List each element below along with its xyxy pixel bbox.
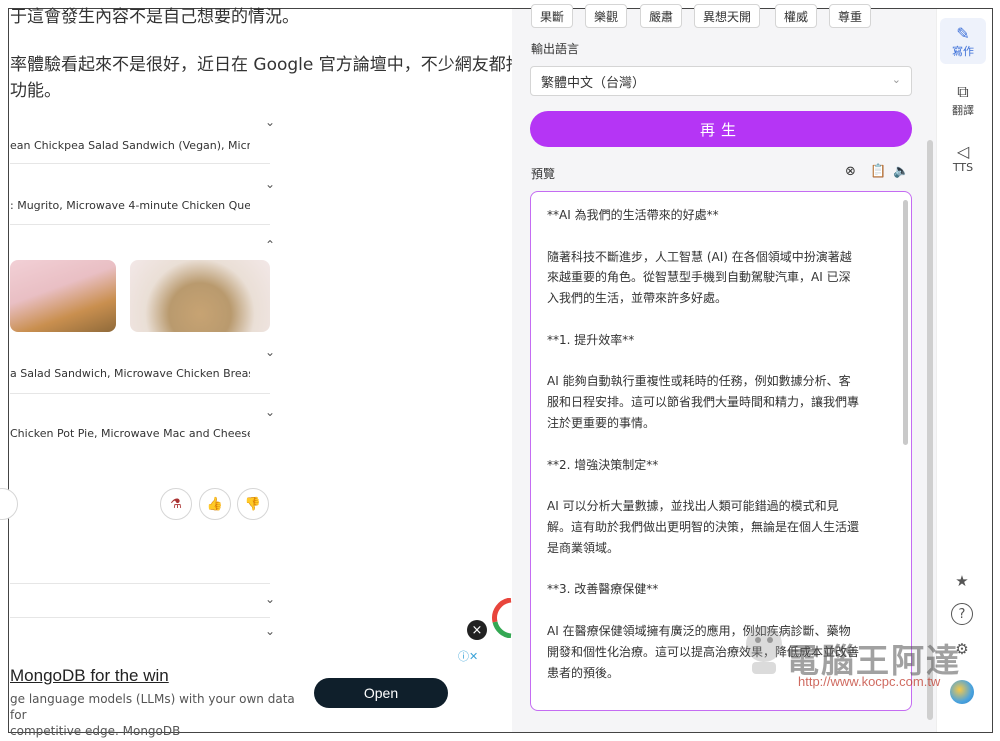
preview-line: 隨著科技不斷進步，人工智慧 (AI) 在各個領域中扮演著越 bbox=[547, 249, 852, 264]
food-thumbnail[interactable] bbox=[130, 260, 270, 332]
watermark: 電腦王阿達 http://www.kocpc.com.tw bbox=[738, 612, 983, 697]
thumbs-up-icon[interactable]: 👍 bbox=[199, 488, 231, 520]
chevron-down-icon: ⌄ bbox=[265, 624, 276, 638]
preview-line: **3. 改善醫療保健** bbox=[547, 582, 659, 597]
ad-title[interactable]: MongoDB for the win bbox=[10, 666, 169, 686]
accordion-item[interactable]: ⌄ bbox=[10, 592, 275, 612]
output-language-value: 繁體中文（台灣） bbox=[541, 75, 646, 91]
accordion-item-text: ean Chickpea Salad Sandwich (Vegan), Mic… bbox=[10, 139, 250, 152]
food-thumbnail[interactable] bbox=[10, 260, 116, 332]
preview-line: 注於更重要的事情。 bbox=[547, 416, 656, 430]
article-text-line: 功能。 bbox=[10, 81, 61, 101]
tone-chip[interactable]: 樂觀 bbox=[585, 4, 628, 28]
accordion-item[interactable]: ⌄ Chicken Pot Pie, Microwave Mac and Che… bbox=[10, 403, 275, 453]
accordion-item[interactable]: ⌄ : Mugrito, Microwave 4-minute Chicken … bbox=[10, 175, 275, 225]
chevron-down-icon: ⌄ bbox=[265, 177, 276, 191]
chevron-down-icon: ⌄ bbox=[265, 115, 276, 129]
clipboard-icon[interactable]: 📋 bbox=[870, 164, 886, 179]
speaker-icon[interactable]: 🔈 bbox=[893, 164, 909, 179]
chevron-down-icon: ⌄ bbox=[265, 345, 276, 359]
chevron-down-icon: ⌄ bbox=[265, 592, 276, 606]
accordion-item-expanded[interactable]: ⌃ bbox=[10, 238, 275, 258]
ad-open-button[interactable]: Open bbox=[314, 678, 448, 708]
ad-description: ge language models (LLMs) with your own … bbox=[10, 691, 300, 739]
ad-choices-icon[interactable]: ⓘ✕ bbox=[458, 648, 478, 664]
ad-close-icon[interactable]: × bbox=[467, 620, 487, 640]
translate-icon: ⧉ bbox=[957, 82, 969, 101]
sidebar-item-label: 翻譯 bbox=[952, 104, 974, 117]
ad-description-line: ge language models (LLMs) with your own … bbox=[10, 692, 295, 722]
accordion-item-text: a Salad Sandwich, Microwave Chicken Brea… bbox=[10, 367, 250, 380]
thumbs-down-icon[interactable]: 👎 bbox=[237, 488, 269, 520]
preview-line: AI 可以分析大量數據，並找出人類可能錯過的模式和見 bbox=[547, 499, 839, 514]
speaker-icon: ◁ bbox=[956, 142, 970, 161]
accordion-item[interactable]: ⌄ bbox=[10, 624, 275, 644]
watermark-url: http://www.kocpc.com.tw bbox=[798, 674, 941, 689]
chevron-down-icon: ⌄ bbox=[265, 405, 276, 419]
tone-chip[interactable]: 果斷 bbox=[531, 4, 574, 28]
sidebar-item-translate[interactable]: ⧉ 翻譯 bbox=[940, 82, 986, 118]
partial-button[interactable] bbox=[0, 488, 18, 520]
chevron-up-icon: ⌃ bbox=[265, 238, 276, 252]
watermark-mascot-icon bbox=[746, 626, 782, 674]
screenshot-root: { "article": { "line1": "于這會發生內容不是自己想要的情… bbox=[0, 0, 1000, 741]
preview-line: **AI 為我們的生活帶來的好處** bbox=[547, 208, 719, 222]
accordion-item[interactable]: ⌄ a Salad Sandwich, Microwave Chicken Br… bbox=[10, 343, 275, 393]
preview-line: 入我們的生活，並帶來許多好處。 bbox=[547, 291, 728, 306]
clear-icon[interactable]: ⊗ bbox=[845, 164, 856, 179]
partial-logo-icon bbox=[492, 598, 512, 638]
sidebar-item-label: TTS bbox=[952, 161, 974, 174]
sidebar-item-label: 寫作 bbox=[952, 45, 974, 58]
sidebar-item-tts[interactable]: ◁ TTS bbox=[940, 142, 986, 174]
preview-line: 解。這有助於我們做出更明智的決策，無論是在個人生活還 bbox=[547, 520, 860, 534]
tone-chip[interactable]: 尊重 bbox=[829, 4, 872, 28]
preview-line: 來越重要的角色。從智慧型手機到自動駕駛汽車，AI 已深 bbox=[547, 270, 851, 285]
preview-label: 預覽 bbox=[531, 167, 556, 181]
preview-line: 是商業領域。 bbox=[547, 540, 620, 555]
preview-scrollbar[interactable] bbox=[903, 200, 908, 445]
article-text-line: 率體驗看起來不是很好，近日在 Google 官方論壇中，不少網友都抱怨 bbox=[10, 55, 540, 75]
preview-line: **1. 提升效率** bbox=[547, 332, 635, 347]
sidebar-item-write[interactable]: ✎ 寫作 bbox=[940, 18, 986, 64]
preview-line: AI 能夠自動執行重複性或耗時的任務，例如數據分析、客 bbox=[547, 374, 851, 389]
tone-chip[interactable]: 嚴肅 bbox=[640, 4, 683, 28]
preview-line: **2. 增強決策制定** bbox=[547, 457, 659, 472]
accordion-item[interactable]: ⌄ ean Chickpea Salad Sandwich (Vegan), M… bbox=[10, 113, 275, 163]
accordion-item-text: Chicken Pot Pie, Microwave Mac and Chees… bbox=[10, 427, 250, 440]
chevron-down-icon: ⌄ bbox=[891, 73, 901, 86]
star-icon[interactable]: ★ bbox=[951, 570, 973, 592]
output-language-select[interactable]: 繁體中文（台灣） ⌄ bbox=[530, 66, 912, 96]
preview-line: 服和日程安排。這可以節省我們大量時間和精力，讓我們專 bbox=[547, 395, 860, 410]
pen-icon: ✎ bbox=[956, 24, 970, 43]
tone-chip[interactable]: 異想天開 bbox=[694, 4, 761, 28]
article-text-line: 于這會發生內容不是自己想要的情況。 bbox=[10, 7, 299, 27]
output-language-label: 輸出語言 bbox=[531, 42, 580, 56]
tone-chip[interactable]: 權威 bbox=[775, 4, 818, 28]
accordion-item-text: : Mugrito, Microwave 4-minute Chicken Qu… bbox=[10, 199, 250, 212]
flask-icon[interactable]: ⚗ bbox=[160, 488, 192, 520]
ad-banner[interactable]: MongoDB for the win ge language models (… bbox=[10, 646, 488, 738]
regenerate-button[interactable]: 再生 bbox=[530, 111, 912, 147]
preview-line: 患者的預後。 bbox=[547, 665, 620, 680]
ad-description-line: competitive edge. MongoDB bbox=[10, 724, 181, 738]
